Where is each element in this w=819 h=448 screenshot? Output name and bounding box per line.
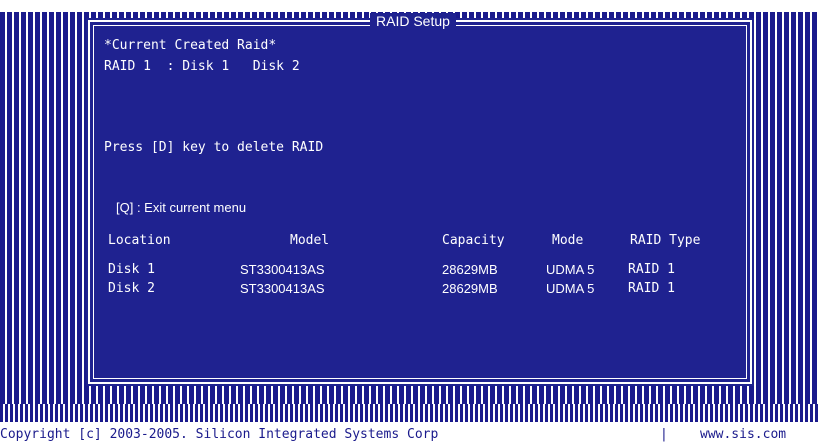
table-row-1-capacity: 28629MB xyxy=(442,262,498,277)
column-header-model: Model xyxy=(290,233,330,248)
footer: Copyright [c] 2003-2005. Silicon Integra… xyxy=(0,422,819,448)
current-raid-summary: RAID 1 : Disk 1 Disk 2 xyxy=(104,59,300,74)
table-row-2-mode: UDMA 5 xyxy=(546,281,595,296)
copyright-text: Copyright [c] 2003-2005. Silicon Integra… xyxy=(0,427,439,442)
dialog-title: RAID Setup xyxy=(370,13,456,29)
website-text: www.sis.com xyxy=(700,427,787,442)
column-header-capacity: Capacity xyxy=(442,233,505,248)
table-row-1-mode: UDMA 5 xyxy=(546,262,595,277)
table-row-1-model: ST3300413AS xyxy=(240,262,325,277)
table-row-1-location[interactable]: Disk 1 xyxy=(108,262,155,277)
table-row-1-raid-type: RAID 1 xyxy=(628,262,675,277)
table-row-2-model: ST3300413AS xyxy=(240,281,325,296)
column-header-location: Location xyxy=(108,233,171,248)
top-band xyxy=(0,0,819,12)
table-row-2-capacity: 28629MB xyxy=(442,281,498,296)
exit-instruction[interactable]: [Q] : Exit current menu xyxy=(116,200,246,215)
bottom-band xyxy=(0,404,819,422)
footer-separator: | xyxy=(660,427,668,442)
raid-setup-dialog: RAID Setup *Current Created Raid* RAID 1… xyxy=(86,13,754,386)
table-row-2-raid-type: RAID 1 xyxy=(628,281,675,296)
bios-screen: RAID Setup *Current Created Raid* RAID 1… xyxy=(0,0,819,422)
current-raid-heading: *Current Created Raid* xyxy=(104,38,277,53)
column-header-raid-type: RAID Type xyxy=(630,233,701,248)
column-header-mode: Mode xyxy=(552,233,584,248)
delete-instruction: Press [D] key to delete RAID xyxy=(104,140,324,155)
table-row-2-location[interactable]: Disk 2 xyxy=(108,281,155,296)
